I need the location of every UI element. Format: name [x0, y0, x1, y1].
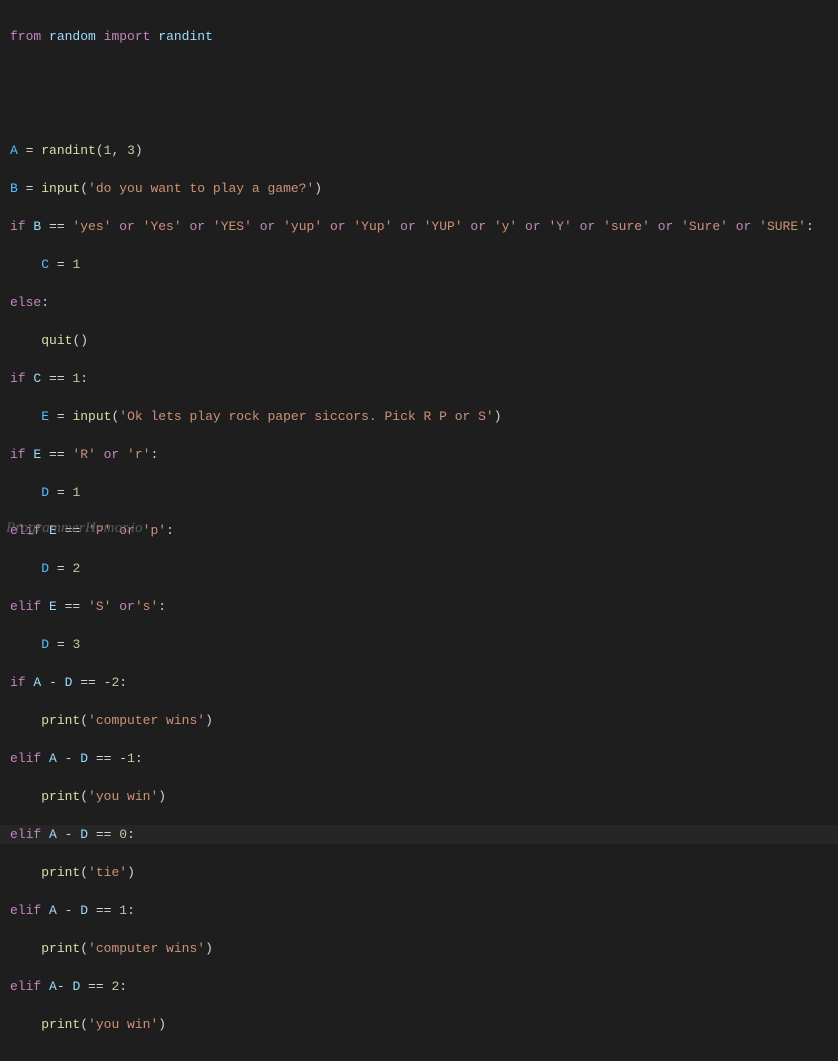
code-line: quit()	[10, 331, 828, 350]
blank-line	[10, 103, 828, 122]
fn-print: print	[41, 865, 80, 880]
code-line: D = 2	[10, 559, 828, 578]
code-line: A = randint(1, 3)	[10, 141, 828, 160]
keyword-import: import	[104, 29, 151, 44]
var-d: D	[41, 637, 49, 652]
code-line: if B == 'yes' or 'Yes' or 'YES' or 'yup'…	[10, 217, 828, 236]
var-c: C	[41, 257, 49, 272]
keyword-if: if	[10, 371, 26, 386]
fn-print: print	[41, 1017, 80, 1032]
keyword-if: if	[10, 675, 26, 690]
var-d: D	[41, 561, 49, 576]
watermark-text: ProgrammerHumor.io	[6, 519, 143, 538]
keyword-elif: elif	[10, 827, 41, 842]
var-d: D	[41, 485, 49, 500]
code-line: from random import randint	[10, 27, 828, 46]
code-line: if C == 1:	[10, 369, 828, 388]
code-line: elif A- D == 2:	[10, 977, 828, 996]
blank-line	[10, 65, 828, 84]
keyword-if: if	[10, 447, 26, 462]
code-line: E = input('Ok lets play rock paper sicco…	[10, 407, 828, 426]
fn-print: print	[41, 789, 80, 804]
fn-input: input	[41, 181, 80, 196]
code-line: print('computer wins')	[10, 711, 828, 730]
keyword-from: from	[10, 29, 41, 44]
fn-print: print	[41, 713, 80, 728]
code-line: print('tie')	[10, 863, 828, 882]
keyword-if: if	[10, 219, 26, 234]
code-line: D = 3	[10, 635, 828, 654]
code-line: elif A - D == 1:	[10, 901, 828, 920]
code-line: else:	[10, 293, 828, 312]
code-line: print('you win')	[10, 1015, 828, 1034]
code-line: if A - D == -2:	[10, 673, 828, 692]
keyword-elif: elif	[10, 751, 41, 766]
keyword-elif: elif	[10, 903, 41, 918]
fn-randint: randint	[41, 143, 96, 158]
code-line: if E == 'R' or 'r':	[10, 445, 828, 464]
code-line: print('you win')	[10, 787, 828, 806]
keyword-elif: elif	[10, 979, 41, 994]
code-line: B = input('do you want to play a game?')	[10, 179, 828, 198]
code-line-active: elif A - D == 0:	[0, 825, 838, 844]
var-e: E	[41, 409, 49, 424]
import-name: randint	[158, 29, 213, 44]
keyword-else: else	[10, 295, 41, 310]
var-b: B	[10, 181, 18, 196]
var-a: A	[10, 143, 18, 158]
fn-print: print	[41, 941, 80, 956]
code-line: print('computer wins')	[10, 939, 828, 958]
code-line: D = 1	[10, 483, 828, 502]
fn-input: input	[72, 409, 111, 424]
code-line: elif E == 'S' or's':	[10, 597, 828, 616]
module-name: random	[49, 29, 96, 44]
keyword-elif: elif	[10, 599, 41, 614]
code-line: C = 1	[10, 255, 828, 274]
fn-quit: quit	[41, 333, 72, 348]
code-line: elif A - D == -1:	[10, 749, 828, 768]
